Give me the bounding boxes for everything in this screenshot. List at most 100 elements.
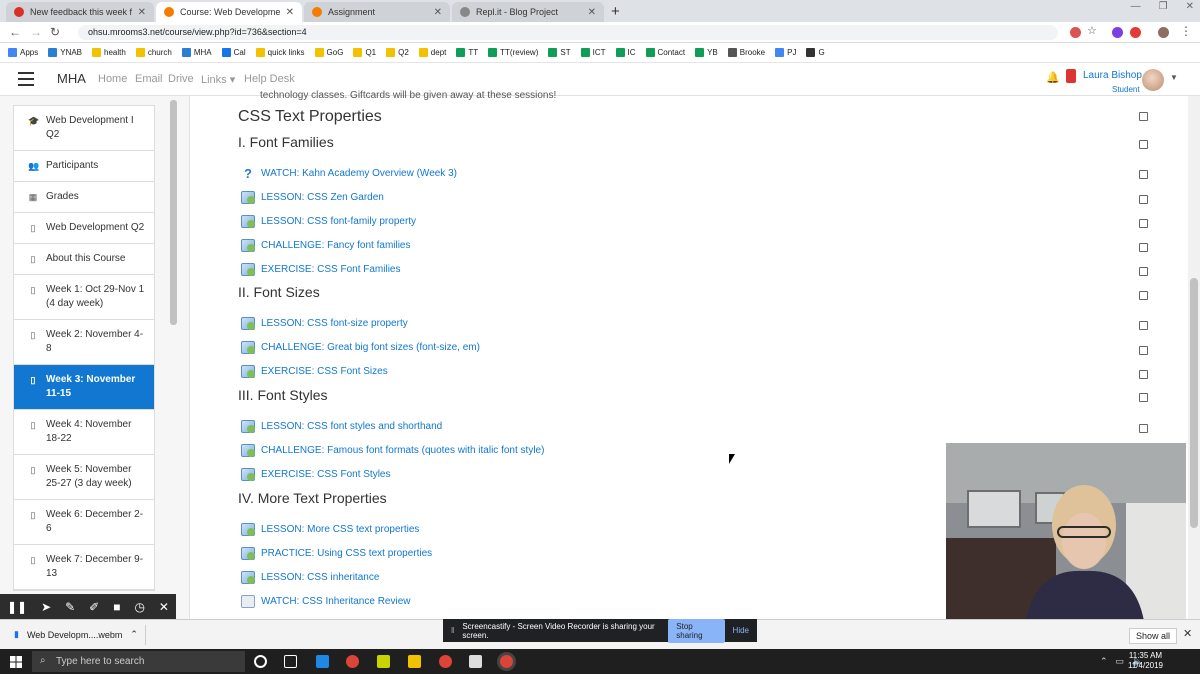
taskbar-search-input[interactable]: ⌕ Type here to search [32, 651, 245, 672]
camera-icon[interactable]: ■ [113, 600, 120, 614]
sidebar-item[interactable]: ▦ Grades [14, 182, 154, 213]
pointer-icon[interactable]: ➤ [41, 600, 51, 614]
bookmark-contact[interactable]: Contact [645, 48, 685, 57]
activity-link[interactable]: LESSON: CSS font-family property [241, 215, 416, 228]
bookmark-health[interactable]: health [92, 48, 126, 57]
activity-link[interactable]: LESSON: CSS Zen Garden [241, 191, 384, 204]
minimize-icon[interactable]: — [1131, 1, 1141, 12]
chrome-icon[interactable] [439, 655, 452, 668]
bookmark-quick-links[interactable]: quick links [255, 48, 305, 57]
close-tab-icon[interactable]: ✕ [138, 7, 146, 18]
menu-kebab-icon[interactable]: ⋮ [1180, 24, 1192, 38]
chevron-up-icon[interactable]: ⌃ [130, 629, 138, 640]
activity-link[interactable]: CHALLENGE: Great big font sizes (font-si… [241, 341, 480, 354]
chevron-down-icon[interactable]: ▼ [1170, 73, 1178, 82]
extension-icon[interactable] [1070, 27, 1081, 38]
completion-checkbox[interactable] [1139, 219, 1148, 228]
new-tab-button[interactable]: + [611, 3, 620, 20]
windows-start-icon[interactable] [10, 656, 22, 668]
activity-link[interactable]: LESSON: More CSS text properties [241, 523, 419, 536]
bookmark-ic[interactable]: IC [615, 48, 636, 57]
network-icon[interactable]: ▭ [1116, 656, 1125, 667]
bookmark-pj[interactable]: PJ [775, 48, 796, 57]
activity-link[interactable]: WATCH: CSS Inheritance Review [241, 595, 411, 608]
activity-link[interactable]: CHALLENGE: Famous font formats (quotes w… [241, 444, 544, 457]
show-all-button[interactable]: Show all [1129, 628, 1178, 644]
nav-link-email[interactable]: Email [135, 73, 163, 85]
completion-checkbox[interactable] [1139, 321, 1148, 330]
file-explorer-icon[interactable] [408, 655, 421, 668]
close-icon[interactable]: ✕ [159, 600, 169, 614]
timer-icon[interactable]: ◷ [134, 600, 144, 614]
sidebar-item[interactable]: ▯ Week 1: Oct 29-Nov 1 (4 day week) [14, 275, 154, 320]
bookmark-tt-review[interactable]: TT(review) [488, 48, 538, 57]
activity-link[interactable]: EXERCISE: CSS Font Styles [241, 468, 391, 481]
main-scrollbar-thumb[interactable] [1190, 278, 1198, 528]
sidebar-item[interactable]: ▯ Week 2: November 4-8 [14, 320, 154, 365]
close-tab-icon[interactable]: ✕ [434, 7, 442, 18]
bookmark-q1[interactable]: Q1 [353, 48, 376, 57]
user-name[interactable]: Laura Bishop [1083, 70, 1142, 81]
hamburger-menu-icon[interactable] [18, 72, 34, 86]
app-icon[interactable] [377, 655, 390, 668]
completion-checkbox[interactable] [1139, 170, 1148, 179]
task-view-icon[interactable] [284, 655, 297, 668]
hide-button[interactable]: Hide [733, 626, 749, 635]
site-brand[interactable]: MHA [57, 71, 86, 86]
avatar[interactable] [1142, 69, 1164, 91]
bookmark-dept[interactable]: dept [418, 48, 446, 57]
webcam-overlay[interactable] [946, 443, 1186, 621]
edge-icon[interactable] [316, 655, 329, 668]
screencastify-icon[interactable] [1130, 27, 1141, 38]
activity-link[interactable]: LESSON: CSS font styles and shorthand [241, 420, 442, 433]
chrome-icon[interactable] [346, 655, 359, 668]
bookmark-gog[interactable]: GoG [314, 48, 343, 57]
reload-icon[interactable]: ↻ [50, 25, 60, 39]
nav-link-links[interactable]: Links ▾ [201, 73, 235, 86]
bookmark-tt[interactable]: TT [456, 48, 478, 57]
completion-checkbox[interactable] [1139, 195, 1148, 204]
extension-icon[interactable] [1112, 27, 1123, 38]
activity-link[interactable]: ? WATCH: Kahn Academy Overview (Week 3) [241, 167, 457, 180]
close-tab-icon[interactable]: ✕ [286, 7, 294, 18]
activity-link[interactable]: LESSON: CSS font-size property [241, 317, 408, 330]
nav-link-home[interactable]: Home [98, 73, 127, 85]
bookmark-cal[interactable]: Cal [221, 48, 246, 57]
sidebar-item[interactable]: 🎓 Web Development I Q2 [14, 106, 154, 151]
browser-tab[interactable]: New feedback this week for rep… ✕ [6, 2, 154, 22]
bookmark-mha[interactable]: MHA [181, 48, 212, 57]
activity-link[interactable]: PRACTICE: Using CSS text properties [241, 547, 432, 560]
highlighter-icon[interactable]: ✐ [89, 600, 99, 614]
completion-checkbox[interactable] [1139, 291, 1148, 300]
bookmark-st[interactable]: ST [548, 48, 571, 57]
download-item[interactable]: ▮ Web Developm....webm ⌃ [14, 629, 138, 640]
forward-icon[interactable]: → [30, 25, 42, 39]
activity-link[interactable]: EXERCISE: CSS Font Sizes [241, 365, 388, 378]
completion-checkbox[interactable] [1139, 424, 1148, 433]
bookmark-church[interactable]: church [135, 48, 172, 57]
notification-bell-icon[interactable]: 🔔 [1046, 71, 1060, 84]
browser-tab[interactable]: Assignment ✕ [304, 2, 450, 22]
pause-icon[interactable]: ❚❚ [7, 600, 27, 614]
calculator-icon[interactable] [469, 655, 482, 668]
sidebar-item[interactable]: ▯ Week 6: December 2-6 [14, 500, 154, 545]
bookmark-yb[interactable]: YB [695, 48, 718, 57]
sidebar-item[interactable]: ▯ Week 7: December 9-13 [14, 545, 154, 590]
drag-handle-icon[interactable]: ‖ [451, 626, 454, 635]
nav-link-help-desk[interactable]: Help Desk [244, 73, 295, 85]
back-icon[interactable]: ← [9, 25, 21, 39]
bookmark-ynab[interactable]: YNAB [48, 48, 82, 57]
completion-checkbox[interactable] [1139, 267, 1148, 276]
completion-checkbox[interactable] [1139, 140, 1148, 149]
browser-tab[interactable]: Course: Web Development I Q2… ✕ [156, 2, 302, 22]
sidebar-item[interactable]: ▯ Week 4: November 18-22 [14, 410, 154, 455]
taskbar-clock[interactable]: 11:35 AM 11/4/2019 [1128, 651, 1163, 671]
browser-tab[interactable]: Repl.it - Blog Project ✕ [452, 2, 604, 22]
sidebar-item[interactable]: ▯ Week 3: November 11-15 [14, 365, 154, 410]
completion-checkbox[interactable] [1139, 243, 1148, 252]
maximize-icon[interactable]: ❐ [1159, 1, 1168, 12]
completion-checkbox[interactable] [1139, 370, 1148, 379]
url-input[interactable]: ohsu.mrooms3.net/course/view.php?id=736&… [78, 25, 1058, 40]
completion-checkbox[interactable] [1139, 346, 1148, 355]
close-window-icon[interactable]: ✕ [1186, 1, 1194, 12]
